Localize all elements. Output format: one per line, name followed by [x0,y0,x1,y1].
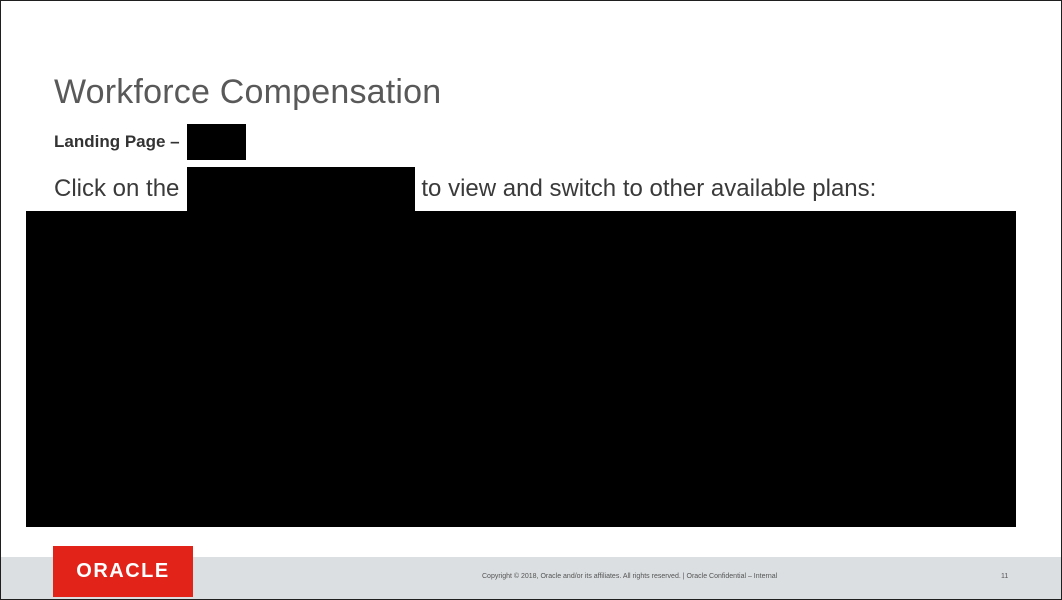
logo-text: ORACLE [76,560,170,582]
oracle-logo: ORACLE [53,546,193,597]
redaction-box [186,124,246,160]
subtitle-text: Landing Page – [54,132,180,151]
instruction-suffix: to view and switch to other available pl… [421,175,877,202]
instruction-text: Click on the to view and switch to other… [54,167,876,211]
redacted-screenshot [26,211,1016,527]
instruction-prefix: Click on the [54,175,180,202]
page-number: 11 [1001,573,1009,580]
copyright-text: Copyright © 2018, Oracle and/or its affi… [482,573,778,580]
slide-title: Workforce Compensation [54,73,442,111]
presentation-slide: Workforce Compensation Landing Page – Cl… [0,0,1062,600]
slide-subtitle: Landing Page – [54,124,246,160]
redaction-box [187,167,416,211]
